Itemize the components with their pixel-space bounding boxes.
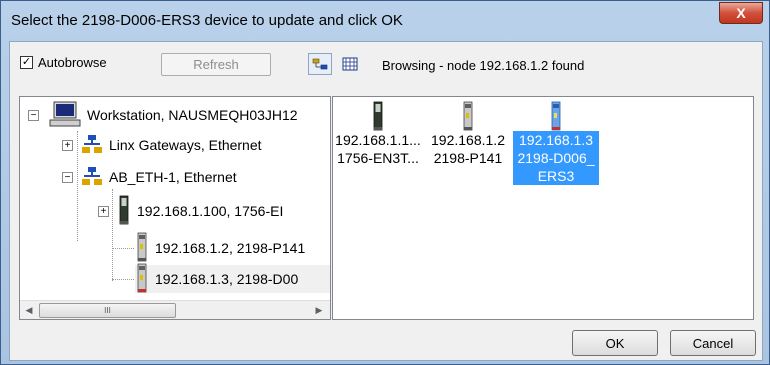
tree-horizontal-scrollbar[interactable]: ◀ III ▶: [20, 300, 330, 319]
dialog-client-area: ✓ Autobrowse Refresh Browsing - node 192…: [9, 41, 763, 361]
tree-content: − Workstation, NAUSMEQH03JH12 + Linx Gat…: [20, 97, 330, 297]
tree-node-label: Linx Gateways, Ethernet: [109, 137, 262, 153]
browse-tree-icon[interactable]: [308, 53, 332, 75]
tree-node-workstation[interactable]: − Workstation, NAUSMEQH03JH12: [28, 101, 298, 129]
device-ip: 192.168.1.2: [431, 132, 505, 148]
device-model: 2198-P141: [433, 150, 503, 166]
drive-icon-blue: [513, 97, 599, 131]
collapse-icon[interactable]: −: [62, 171, 73, 183]
module-icon: [335, 97, 421, 131]
scroll-right-icon[interactable]: ▶: [312, 303, 326, 317]
tree-connector: [112, 248, 134, 249]
collapse-icon[interactable]: −: [28, 109, 39, 121]
tree-connector: [112, 279, 134, 280]
device-ip: 192.168.1.3: [513, 131, 599, 149]
device-item-2198-p141[interactable]: 192.168.1.2 2198-P141: [425, 97, 511, 167]
network-tree[interactable]: − Workstation, NAUSMEQH03JH12 + Linx Gat…: [19, 96, 331, 320]
network-icon: [81, 166, 103, 189]
tree-node-label: AB_ETH-1, Ethernet: [109, 169, 237, 185]
expand-icon[interactable]: +: [98, 205, 109, 217]
tree-node-device-1756[interactable]: + 192.168.1.100, 1756-EI: [98, 195, 284, 228]
tree-node-label: 192.168.1.100, 1756-EI: [137, 203, 284, 219]
close-button[interactable]: X: [719, 2, 763, 24]
tree-node-device-2198-d006[interactable]: 192.168.1.3, 2198-D00: [135, 263, 330, 296]
tree-node-ab-eth-1[interactable]: − AB_ETH-1, Ethernet: [62, 163, 237, 191]
tree-node-label: 192.168.1.2, 2198-P141: [155, 240, 306, 256]
checkbox-box[interactable]: ✓: [20, 56, 33, 69]
title-bar[interactable]: Select the 2198-D006-ERS3 device to upda…: [1, 1, 769, 41]
tree-node-label: Workstation, NAUSMEQH03JH12: [87, 107, 298, 123]
drive-icon: [135, 232, 149, 265]
toolbar: ✓ Autobrowse Refresh Browsing - node 192…: [18, 50, 754, 90]
refresh-button[interactable]: Refresh: [161, 53, 271, 76]
scroll-grip-icon: III: [104, 306, 111, 315]
device-item-1756-en3t[interactable]: 192.168.1.1... 1756-EN3T...: [335, 97, 421, 167]
device-model: 2198-D006_: [513, 149, 599, 167]
window-title: Select the 2198-D006-ERS3 device to upda…: [11, 12, 403, 29]
dialog-window: Select the 2198-D006-ERS3 device to upda…: [0, 0, 770, 365]
cancel-button[interactable]: Cancel: [670, 330, 756, 356]
tree-node-label: 192.168.1.3, 2198-D00: [155, 271, 299, 287]
device-list-pane[interactable]: 192.168.1.1... 1756-EN3T... 192.168.1.2 …: [332, 96, 754, 320]
tree-node-device-2198-p141[interactable]: 192.168.1.2, 2198-P141: [135, 232, 306, 265]
autobrowse-label: Autobrowse: [38, 55, 107, 70]
ok-button[interactable]: OK: [572, 330, 658, 356]
browse-status-text: Browsing - node 192.168.1.2 found: [382, 58, 585, 73]
drive-icon: [135, 263, 149, 296]
close-icon: X: [736, 5, 746, 21]
autobrowse-checkbox[interactable]: ✓ Autobrowse: [20, 55, 107, 70]
workstation-icon: [47, 101, 81, 130]
device-item-2198-d006-ers3[interactable]: 192.168.1.3 2198-D006_ ERS3: [513, 97, 599, 185]
device-model-suffix: ERS3: [513, 167, 599, 185]
drive-icon: [425, 97, 511, 131]
network-icon: [81, 134, 103, 157]
device-ip: 192.168.1.1...: [335, 132, 421, 148]
tree-node-linx-gateways[interactable]: + Linx Gateways, Ethernet: [62, 131, 262, 159]
device-model: 1756-EN3T...: [337, 150, 419, 166]
scroll-thumb[interactable]: III: [39, 303, 176, 318]
expand-icon[interactable]: +: [62, 139, 73, 151]
list-view-icon[interactable]: [338, 53, 362, 75]
scroll-left-icon[interactable]: ◀: [22, 303, 36, 317]
module-icon: [117, 195, 131, 228]
